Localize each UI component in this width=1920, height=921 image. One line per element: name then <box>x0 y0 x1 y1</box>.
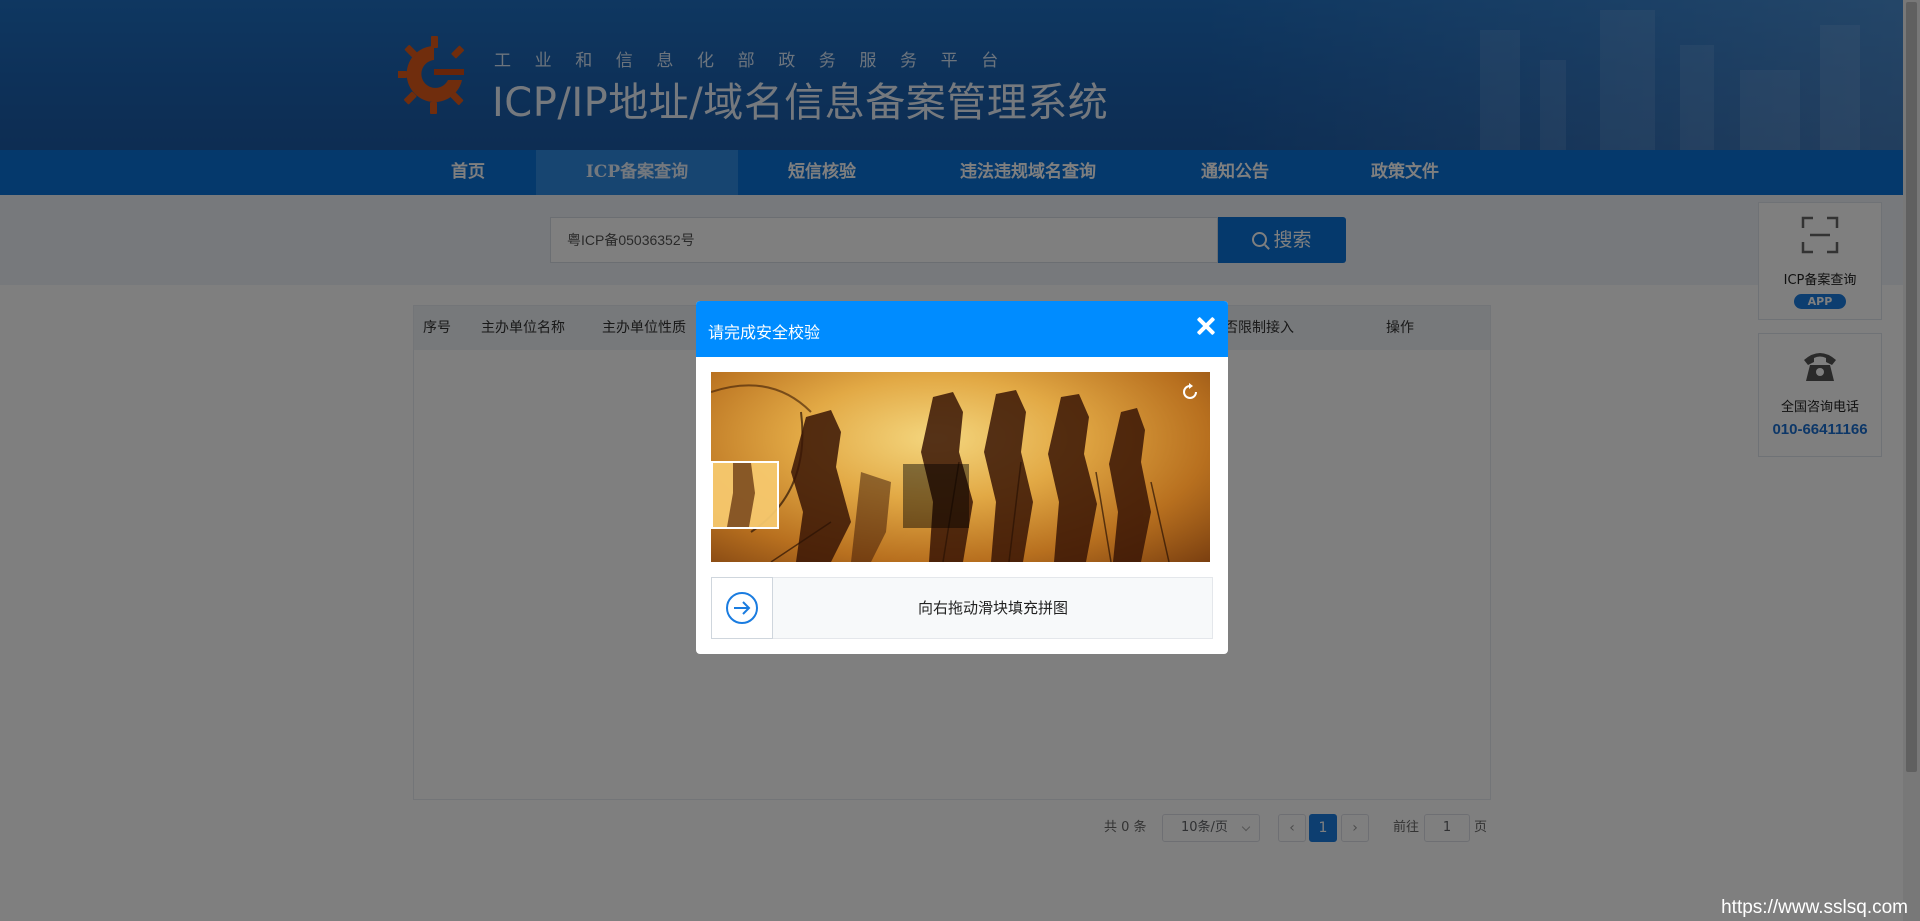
captcha-puzzle-image <box>711 372 1210 562</box>
arrow-right-icon <box>726 592 758 624</box>
slider-hint: 向右拖动滑块填充拼图 <box>917 599 1068 617</box>
puzzle-piece-image <box>727 463 755 527</box>
puzzle-target-slot <box>903 464 969 528</box>
dialog-title: 请完成安全校验 <box>708 323 821 342</box>
close-button[interactable] <box>1194 314 1218 338</box>
puzzle-piece[interactable] <box>711 461 779 529</box>
dialog-header: 请完成安全校验 <box>696 301 1228 357</box>
captcha-slider-handle[interactable] <box>711 577 773 639</box>
watermark: https://www.sslsq.com <box>1721 897 1908 918</box>
captcha-dialog: 请完成安全校验 向右拖动滑块填充拼图 <box>696 301 1228 654</box>
refresh-icon[interactable] <box>1180 382 1200 402</box>
captcha-slider-track[interactable]: 向右拖动滑块填充拼图 <box>711 577 1213 639</box>
